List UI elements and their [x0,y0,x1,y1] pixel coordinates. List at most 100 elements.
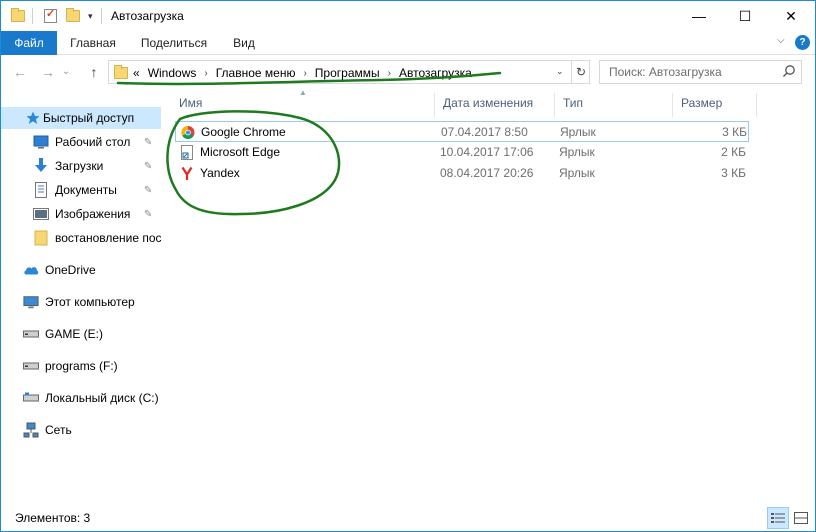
file-type: Ярлык [559,145,595,159]
desktop-icon [33,134,49,150]
breadcrumb-overflow[interactable]: « [133,66,140,80]
minimize-button[interactable]: — [676,1,722,31]
refresh-button[interactable]: ↻ [571,61,590,83]
sidebar-item-this-pc[interactable]: Этот компьютер [1,291,161,313]
yandex-icon [181,166,193,180]
file-name: Google Chrome [201,125,286,139]
table-row[interactable]: Microsoft Edge 10.04.2017 17:06 Ярлык 2 … [175,142,749,163]
properties-icon[interactable] [44,7,57,25]
search-box[interactable] [599,60,802,84]
file-type: Ярлык [559,166,595,180]
tab-file[interactable]: Файл [1,31,57,55]
details-view-button[interactable] [767,507,789,529]
close-button[interactable]: ✕ [768,1,814,31]
maximize-button[interactable]: ☐ [722,1,768,31]
sidebar-item-drive-c[interactable]: Локальный диск (C:) [1,387,161,409]
new-folder-icon[interactable] [66,7,80,25]
title-bar: ▾ Автозагрузка — ☐ ✕ [1,1,815,31]
column-headers: Имя Дата изменения Тип Размер [171,93,757,117]
computer-icon [23,294,39,310]
address-dropdown-icon[interactable]: ⌄ [556,66,564,77]
tab-share[interactable]: Поделиться [133,31,215,55]
file-name: Microsoft Edge [200,145,281,159]
sidebar-item-quick-access[interactable]: Быстрый доступ [1,107,161,129]
sidebar-item-pictures[interactable]: Изображения ✎ [1,203,161,225]
cloud-icon [23,262,39,278]
pin-icon[interactable]: ✎ [144,185,152,196]
drive-icon [23,390,39,406]
network-icon [23,422,39,438]
sidebar-item-label: programs (F:) [45,359,118,373]
file-date: 08.04.2017 20:26 [440,166,534,180]
address-bar[interactable]: « Windows › Главное меню › Программы › А… [108,60,590,84]
chevron-right-icon[interactable]: › [303,68,306,79]
folder-icon [114,65,128,79]
chrome-icon [181,126,195,139]
breadcrumb-start-menu[interactable]: Главное меню [216,66,296,80]
pin-icon[interactable]: ✎ [144,137,152,148]
quick-access-dropdown-icon[interactable]: ▾ [88,7,93,25]
sidebar-item-drive-f[interactable]: programs (F:) [1,355,161,377]
separator [101,7,102,25]
sidebar-item-label: Этот компьютер [45,295,135,309]
folder-icon [33,230,49,246]
sidebar-item-label: Изображения [55,207,131,221]
sidebar-item-drive-e[interactable]: GAME (E:) [1,323,161,345]
explorer-window: ▾ Автозагрузка — ☐ ✕ Файл Главная Подели… [0,0,816,532]
sidebar-item-network[interactable]: Сеть [1,419,161,441]
breadcrumb-programs[interactable]: Программы [315,66,380,80]
status-item-count: Элементов: 3 [15,511,91,525]
sidebar-item-folder[interactable]: востановление пос [1,227,161,249]
help-icon[interactable]: ? [795,35,810,50]
tab-home[interactable]: Главная [61,31,125,55]
sidebar-item-documents[interactable]: Документы ✎ [1,179,161,201]
chevron-right-icon[interactable]: › [204,68,207,79]
file-size: 2 КБ [721,145,746,159]
sidebar-item-downloads[interactable]: Загрузки ✎ [1,155,161,177]
search-icon[interactable] [782,64,796,78]
sidebar-item-label: Быстрый доступ [43,111,135,125]
sidebar-item-label: Сеть [45,423,72,437]
pictures-icon [33,206,49,222]
breadcrumb-windows[interactable]: Windows [148,66,197,80]
pin-icon[interactable]: ✎ [144,161,152,172]
large-icons-view-button[interactable] [790,507,812,529]
back-button[interactable]: ← [9,63,31,81]
recent-locations-button[interactable]: ⌄ [59,63,73,81]
sidebar-item-onedrive[interactable]: OneDrive [1,259,161,281]
drive-icon [23,326,39,342]
sidebar-item-label: Документы [55,183,117,197]
chevron-right-icon[interactable]: › [388,68,391,79]
file-size: 3 КБ [722,125,747,139]
sidebar-item-label: Локальный диск (C:) [45,391,159,405]
sidebar-item-desktop[interactable]: Рабочий стол ✎ [1,131,161,153]
drive-icon [23,358,39,374]
expand-ribbon-icon[interactable]: ⌵ [777,35,785,46]
tab-view[interactable]: Вид [223,31,265,55]
table-row[interactable]: Yandex 08.04.2017 20:26 Ярлык 3 КБ [175,163,749,184]
column-header-date[interactable]: Дата изменения [435,93,555,117]
pin-icon[interactable]: ✎ [144,209,152,220]
breadcrumb-startup[interactable]: Автозагрузка [399,66,472,80]
window-title: Автозагрузка [111,9,184,23]
file-type: Ярлык [560,125,596,139]
forward-button[interactable]: → [37,63,59,81]
sort-ascending-icon: ▲ [299,88,307,97]
details-view-icon [771,513,785,523]
column-header-size[interactable]: Размер [673,93,757,117]
navigation-pane: Быстрый доступ Рабочий стол ✎ Загрузки ✎… [1,93,161,506]
sidebar-item-label: OneDrive [45,263,96,277]
table-row[interactable]: Google Chrome 07.04.2017 8:50 Ярлык 3 КБ [175,121,749,142]
separator [32,7,33,25]
file-date: 10.04.2017 17:06 [440,145,534,159]
up-button[interactable]: ↑ [83,63,105,81]
documents-icon [33,182,49,198]
search-input[interactable] [600,61,776,83]
breadcrumb: « Windows › Главное меню › Программы › А… [133,66,472,80]
large-icons-view-icon [794,512,808,524]
sidebar-item-label: Рабочий стол [55,135,131,149]
sidebar-item-label: GAME (E:) [45,327,104,341]
file-size: 3 КБ [721,166,746,180]
edge-shortcut-icon [181,145,193,160]
column-header-type[interactable]: Тип [555,93,673,117]
